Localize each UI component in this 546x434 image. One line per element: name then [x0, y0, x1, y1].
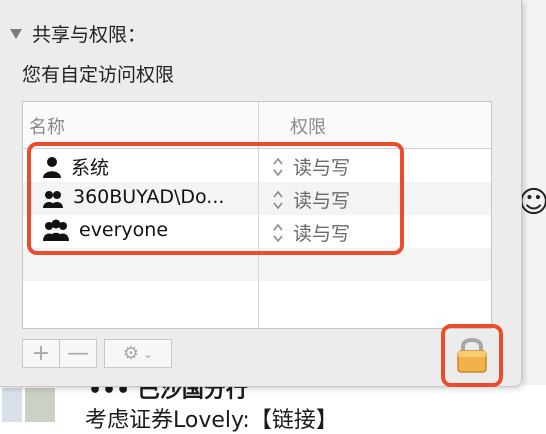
background-text: 考虑证券Lovely:【链接】 [85, 408, 338, 433]
highlight-box-rows [27, 142, 404, 255]
column-header-name[interactable]: 名称 [29, 113, 65, 139]
section-title: 共享与权限： [32, 24, 147, 46]
add-button[interactable]: + [22, 339, 60, 368]
gear-icon: ⚙ [122, 343, 140, 364]
chevron-down-icon: ⌄ [143, 346, 154, 361]
gear-menu-button[interactable]: ⚙ ⌄ [104, 339, 172, 368]
permission-toolbar: + — ⚙ ⌄ [22, 339, 172, 368]
empty-row [23, 281, 491, 314]
remove-button[interactable]: — [60, 339, 97, 368]
highlight-box-lock [441, 324, 503, 387]
column-header-permission[interactable]: 权限 [290, 113, 326, 139]
access-status-text: 您有自定访问权限 [22, 64, 175, 86]
background-thumbnail [25, 388, 55, 422]
smiley-icon: ☺ [518, 185, 546, 220]
disclosure-triangle-icon[interactable] [10, 28, 22, 39]
background-thumbnail [2, 388, 22, 422]
section-header[interactable]: 共享与权限： [10, 20, 146, 47]
